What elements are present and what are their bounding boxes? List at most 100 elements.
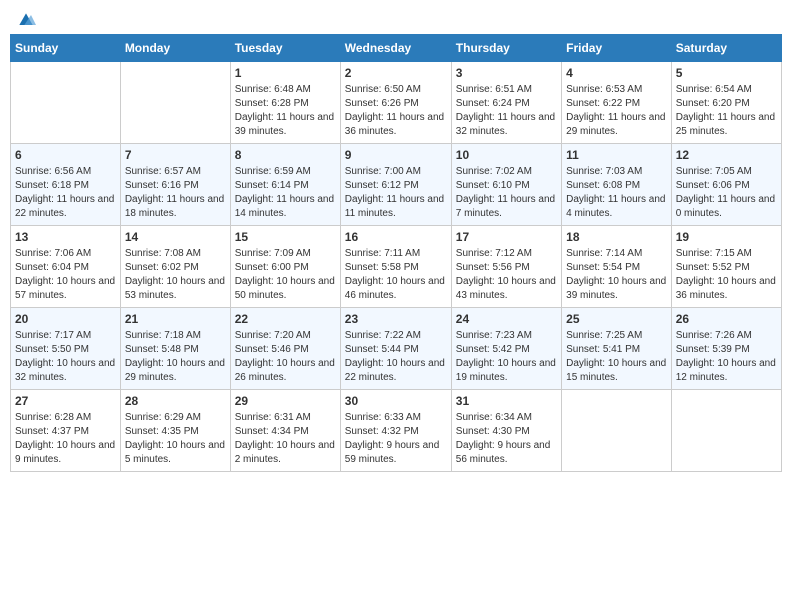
weekday-header-wednesday: Wednesday bbox=[340, 35, 451, 62]
day-info: Sunrise: 7:22 AM Sunset: 5:44 PM Dayligh… bbox=[345, 329, 447, 385]
calendar-cell: 31 Sunrise: 6:34 AM Sunset: 4:30 PM Dayli… bbox=[451, 390, 561, 472]
calendar-cell: 1Sunrise: 6:48 AM Sunset: 6:28 PM Daylig… bbox=[230, 62, 340, 144]
calendar-cell: 7 Sunrise: 6:57 AM Sunset: 6:16 PM Daylig… bbox=[120, 144, 230, 226]
day-info: Sunrise: 7:26 AM Sunset: 5:39 PM Dayligh… bbox=[676, 329, 777, 385]
day-number: 29 bbox=[235, 394, 336, 408]
page-header bbox=[10, 10, 782, 26]
day-number: 31 bbox=[456, 394, 557, 408]
day-number: 12 bbox=[676, 148, 777, 162]
day-info: Sunrise: 6:29 AM Sunset: 4:35 PM Dayligh… bbox=[125, 411, 226, 467]
day-number: 21 bbox=[125, 312, 226, 326]
day-number: 7 bbox=[125, 148, 226, 162]
calendar-cell: 18 Sunrise: 7:14 AM Sunset: 5:54 PM Dayli… bbox=[562, 226, 672, 308]
day-number: 3 bbox=[456, 66, 557, 80]
calendar-cell: 5Sunrise: 6:54 AM Sunset: 6:20 PM Daylig… bbox=[671, 62, 781, 144]
calendar-cell bbox=[120, 62, 230, 144]
day-number: 6 bbox=[15, 148, 116, 162]
day-number: 19 bbox=[676, 230, 777, 244]
day-info: Sunrise: 7:25 AM Sunset: 5:41 PM Dayligh… bbox=[566, 329, 667, 385]
calendar-cell: 16 Sunrise: 7:11 AM Sunset: 5:58 PM Dayli… bbox=[340, 226, 451, 308]
day-number: 11 bbox=[566, 148, 667, 162]
day-info: Sunrise: 7:18 AM Sunset: 5:48 PM Dayligh… bbox=[125, 329, 226, 385]
calendar-cell: 8 Sunrise: 6:59 AM Sunset: 6:14 PM Daylig… bbox=[230, 144, 340, 226]
calendar-cell bbox=[11, 62, 121, 144]
day-info: Sunrise: 7:11 AM Sunset: 5:58 PM Dayligh… bbox=[345, 247, 447, 303]
calendar-cell: 27 Sunrise: 6:28 AM Sunset: 4:37 PM Dayli… bbox=[11, 390, 121, 472]
calendar-cell: 17 Sunrise: 7:12 AM Sunset: 5:56 PM Dayli… bbox=[451, 226, 561, 308]
calendar-cell: 9 Sunrise: 7:00 AM Sunset: 6:12 PM Daylig… bbox=[340, 144, 451, 226]
calendar-cell bbox=[562, 390, 672, 472]
calendar-cell: 25 Sunrise: 7:25 AM Sunset: 5:41 PM Dayli… bbox=[562, 308, 672, 390]
day-info: Sunrise: 6:31 AM Sunset: 4:34 PM Dayligh… bbox=[235, 411, 336, 467]
calendar-cell: 26Sunrise: 7:26 AM Sunset: 5:39 PM Dayli… bbox=[671, 308, 781, 390]
calendar-cell: 19Sunrise: 7:15 AM Sunset: 5:52 PM Dayli… bbox=[671, 226, 781, 308]
day-info: Sunrise: 6:34 AM Sunset: 4:30 PM Dayligh… bbox=[456, 411, 557, 467]
calendar-cell bbox=[671, 390, 781, 472]
calendar-cell: 24 Sunrise: 7:23 AM Sunset: 5:42 PM Dayli… bbox=[451, 308, 561, 390]
logo bbox=[14, 10, 36, 26]
weekday-header-saturday: Saturday bbox=[671, 35, 781, 62]
calendar-cell: 23 Sunrise: 7:22 AM Sunset: 5:44 PM Dayli… bbox=[340, 308, 451, 390]
day-number: 24 bbox=[456, 312, 557, 326]
day-info: Sunrise: 6:28 AM Sunset: 4:37 PM Dayligh… bbox=[15, 411, 116, 467]
day-number: 13 bbox=[15, 230, 116, 244]
day-number: 23 bbox=[345, 312, 447, 326]
day-number: 4 bbox=[566, 66, 667, 80]
day-info: Sunrise: 7:03 AM Sunset: 6:08 PM Dayligh… bbox=[566, 165, 667, 221]
day-info: Sunrise: 7:06 AM Sunset: 6:04 PM Dayligh… bbox=[15, 247, 116, 303]
calendar-cell: 11 Sunrise: 7:03 AM Sunset: 6:08 PM Dayli… bbox=[562, 144, 672, 226]
day-number: 14 bbox=[125, 230, 226, 244]
day-info: Sunrise: 6:48 AM Sunset: 6:28 PM Dayligh… bbox=[235, 83, 336, 139]
calendar-cell: 21 Sunrise: 7:18 AM Sunset: 5:48 PM Dayli… bbox=[120, 308, 230, 390]
weekday-header-monday: Monday bbox=[120, 35, 230, 62]
calendar-cell: 29 Sunrise: 6:31 AM Sunset: 4:34 PM Dayli… bbox=[230, 390, 340, 472]
day-info: Sunrise: 7:23 AM Sunset: 5:42 PM Dayligh… bbox=[456, 329, 557, 385]
day-number: 18 bbox=[566, 230, 667, 244]
day-number: 9 bbox=[345, 148, 447, 162]
calendar-cell: 14 Sunrise: 7:08 AM Sunset: 6:02 PM Dayli… bbox=[120, 226, 230, 308]
calendar-cell: 30 Sunrise: 6:33 AM Sunset: 4:32 PM Dayli… bbox=[340, 390, 451, 472]
calendar-cell: 22Sunrise: 7:20 AM Sunset: 5:46 PM Dayli… bbox=[230, 308, 340, 390]
calendar-cell: 4 Sunrise: 6:53 AM Sunset: 6:22 PM Daylig… bbox=[562, 62, 672, 144]
day-number: 28 bbox=[125, 394, 226, 408]
calendar-table: SundayMondayTuesdayWednesdayThursdayFrid… bbox=[10, 34, 782, 472]
day-number: 5 bbox=[676, 66, 777, 80]
day-info: Sunrise: 7:08 AM Sunset: 6:02 PM Dayligh… bbox=[125, 247, 226, 303]
day-info: Sunrise: 7:09 AM Sunset: 6:00 PM Dayligh… bbox=[235, 247, 336, 303]
day-number: 25 bbox=[566, 312, 667, 326]
day-info: Sunrise: 6:51 AM Sunset: 6:24 PM Dayligh… bbox=[456, 83, 557, 139]
calendar-cell: 28 Sunrise: 6:29 AM Sunset: 4:35 PM Dayli… bbox=[120, 390, 230, 472]
day-number: 10 bbox=[456, 148, 557, 162]
calendar-cell: 12 Sunrise: 7:05 AM Sunset: 6:06 PM Dayli… bbox=[671, 144, 781, 226]
weekday-header-thursday: Thursday bbox=[451, 35, 561, 62]
day-info: Sunrise: 6:56 AM Sunset: 6:18 PM Dayligh… bbox=[15, 165, 116, 221]
day-number: 20 bbox=[15, 312, 116, 326]
day-info: Sunrise: 6:59 AM Sunset: 6:14 PM Dayligh… bbox=[235, 165, 336, 221]
weekday-header-friday: Friday bbox=[562, 35, 672, 62]
day-number: 16 bbox=[345, 230, 447, 244]
day-info: Sunrise: 7:14 AM Sunset: 5:54 PM Dayligh… bbox=[566, 247, 667, 303]
calendar-cell: 13 Sunrise: 7:06 AM Sunset: 6:04 PM Dayli… bbox=[11, 226, 121, 308]
day-number: 15 bbox=[235, 230, 336, 244]
day-info: Sunrise: 6:33 AM Sunset: 4:32 PM Dayligh… bbox=[345, 411, 447, 467]
day-info: Sunrise: 6:53 AM Sunset: 6:22 PM Dayligh… bbox=[566, 83, 667, 139]
calendar-cell: 2Sunrise: 6:50 AM Sunset: 6:26 PM Daylig… bbox=[340, 62, 451, 144]
calendar-cell: 6 Sunrise: 6:56 AM Sunset: 6:18 PM Daylig… bbox=[11, 144, 121, 226]
day-number: 27 bbox=[15, 394, 116, 408]
day-number: 22 bbox=[235, 312, 336, 326]
calendar-cell: 15 Sunrise: 7:09 AM Sunset: 6:00 PM Dayli… bbox=[230, 226, 340, 308]
day-info: Sunrise: 7:05 AM Sunset: 6:06 PM Dayligh… bbox=[676, 165, 777, 221]
day-info: Sunrise: 7:00 AM Sunset: 6:12 PM Dayligh… bbox=[345, 165, 447, 221]
day-info: Sunrise: 7:12 AM Sunset: 5:56 PM Dayligh… bbox=[456, 247, 557, 303]
day-info: Sunrise: 7:17 AM Sunset: 5:50 PM Dayligh… bbox=[15, 329, 116, 385]
day-number: 2 bbox=[345, 66, 447, 80]
day-number: 8 bbox=[235, 148, 336, 162]
day-number: 17 bbox=[456, 230, 557, 244]
calendar-cell: 20 Sunrise: 7:17 AM Sunset: 5:50 PM Dayli… bbox=[11, 308, 121, 390]
logo-icon bbox=[16, 10, 36, 30]
day-info: Sunrise: 6:57 AM Sunset: 6:16 PM Dayligh… bbox=[125, 165, 226, 221]
weekday-header-tuesday: Tuesday bbox=[230, 35, 340, 62]
day-info: Sunrise: 7:02 AM Sunset: 6:10 PM Dayligh… bbox=[456, 165, 557, 221]
day-number: 30 bbox=[345, 394, 447, 408]
calendar-cell: 10 Sunrise: 7:02 AM Sunset: 6:10 PM Dayli… bbox=[451, 144, 561, 226]
